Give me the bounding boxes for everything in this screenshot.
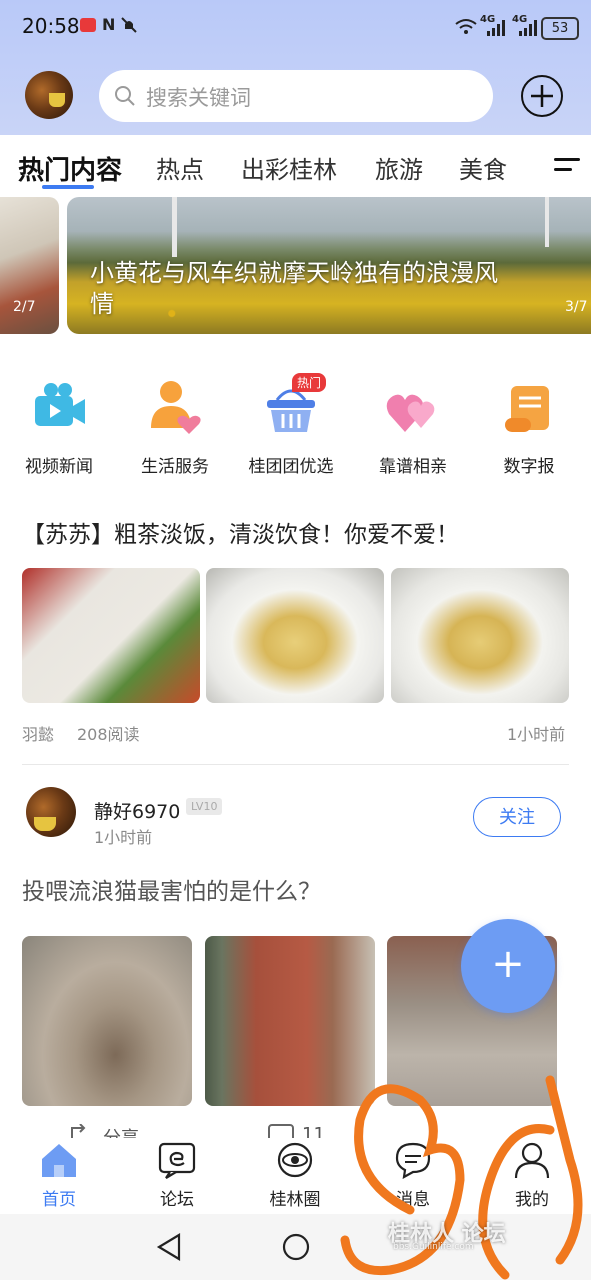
home-icon xyxy=(40,1141,78,1179)
post-time: 1小时前 xyxy=(94,828,153,847)
notification-icon xyxy=(80,18,96,32)
user-avatar[interactable] xyxy=(25,71,73,119)
banner-prev-index: 2/7 xyxy=(13,299,36,315)
signal-1-icon xyxy=(487,20,505,36)
wifi-icon xyxy=(455,19,477,34)
comment-icon[interactable] xyxy=(268,1124,294,1138)
quick-link-label: 数字报 xyxy=(503,457,555,477)
post-title[interactable]: 投喂流浪猫最害怕的是什么？ xyxy=(22,872,321,906)
nav-home[interactable]: 首页 xyxy=(14,1141,104,1210)
tab-menu-icon[interactable] xyxy=(554,158,580,178)
nav-label: 桂林圈 xyxy=(269,1190,321,1210)
nav-label: 论坛 xyxy=(160,1190,194,1210)
watermark-url: bbs.Guilinlife.com xyxy=(393,1242,474,1252)
double-heart-icon xyxy=(383,378,443,438)
status-bar: 20:58 N 4G 4G 53 xyxy=(0,0,591,56)
nav-label: 首页 xyxy=(42,1190,76,1210)
article-author: 羽懿 xyxy=(22,725,55,744)
quick-link-label: 靠谱相亲 xyxy=(379,457,447,477)
hot-badge: 热门 xyxy=(292,373,327,392)
back-icon[interactable] xyxy=(155,1232,183,1262)
quick-link-life-services[interactable]: 生活服务 xyxy=(120,378,230,477)
windmill-image xyxy=(172,197,177,257)
windmill-image xyxy=(545,197,549,247)
post-username[interactable]: 静好6970 xyxy=(94,797,180,824)
video-camera-icon xyxy=(29,378,89,438)
quick-link-label: 桂团团优选 xyxy=(248,457,334,477)
search-placeholder: 搜索关键词 xyxy=(146,86,251,110)
quick-link-guituantuan[interactable]: 桂团团优选 xyxy=(236,378,346,477)
tab-guilin[interactable]: 出彩桂林 xyxy=(241,150,337,185)
banner-title: 小黄花与风车织就摩天岭独有的浪漫风情 xyxy=(90,259,498,318)
tab-hot[interactable]: 热门内容 xyxy=(18,150,122,187)
quick-link-digital-paper[interactable]: 数字报 xyxy=(474,378,584,477)
plus-icon xyxy=(531,85,553,107)
quick-link-dating[interactable]: 靠谱相亲 xyxy=(358,378,468,477)
article-image[interactable] xyxy=(22,568,200,703)
article-image[interactable] xyxy=(391,568,569,703)
nav-forum[interactable]: 论坛 xyxy=(132,1141,222,1210)
nfc-icon: N xyxy=(102,15,116,34)
share-icon[interactable] xyxy=(70,1124,94,1138)
quick-link-label: 视频新闻 xyxy=(25,457,93,477)
article-time: 1小时前 xyxy=(507,725,566,744)
circle-orbit-icon xyxy=(276,1141,314,1179)
follow-button[interactable]: 关注 xyxy=(473,797,561,837)
article-image[interactable] xyxy=(206,568,384,703)
user-level-badge: LV10 xyxy=(186,798,223,815)
mute-icon xyxy=(121,17,137,33)
divider xyxy=(22,764,569,765)
quick-link-label: 生活服务 xyxy=(141,457,209,477)
forum-icon xyxy=(158,1141,196,1179)
home-circle-icon[interactable] xyxy=(281,1232,311,1262)
tab-food[interactable]: 美食 xyxy=(459,150,507,185)
post-image[interactable] xyxy=(22,936,192,1106)
floating-add-button[interactable]: + xyxy=(461,919,555,1013)
add-post-button[interactable] xyxy=(521,75,563,117)
article-title[interactable]: 【苏苏】粗茶淡饭，清淡饮食！你爱不爱！ xyxy=(22,515,459,549)
tab-active-indicator xyxy=(42,185,94,189)
tab-hotspot[interactable]: 热点 xyxy=(156,150,204,185)
battery-indicator: 53 xyxy=(541,17,579,40)
person-heart-icon xyxy=(145,378,205,438)
nav-guilin-circle[interactable]: 桂林圈 xyxy=(250,1141,340,1210)
banner-index: 3/7 xyxy=(565,299,588,315)
post-author-avatar[interactable] xyxy=(26,787,76,837)
article-reads: 208阅读 xyxy=(77,725,140,744)
status-time: 20:58 xyxy=(22,14,80,38)
newspaper-scroll-icon xyxy=(499,378,559,438)
signal-2-icon xyxy=(519,20,537,36)
quick-link-video-news[interactable]: 视频新闻 xyxy=(4,378,114,477)
search-icon xyxy=(115,86,135,106)
tab-travel[interactable]: 旅游 xyxy=(375,150,423,185)
